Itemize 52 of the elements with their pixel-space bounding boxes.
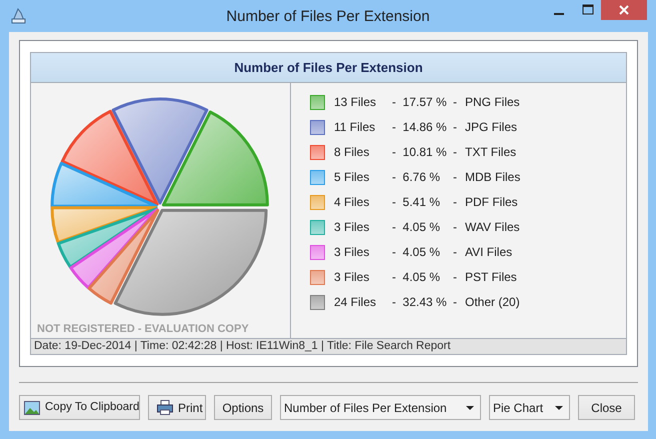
extension-label: PST Files: [465, 269, 517, 286]
file-count: 13 Files: [334, 94, 378, 111]
close-button[interactable]: [601, 0, 647, 20]
close-dialog-button[interactable]: Close: [578, 395, 635, 420]
extension-label: PNG Files: [465, 94, 520, 111]
file-count: 5 Files: [334, 169, 370, 186]
options-button[interactable]: Options: [214, 395, 272, 420]
extension-label: PDF Files: [465, 194, 518, 211]
extension-label: TXT Files: [465, 144, 516, 161]
percentage: - 5.41 %: [392, 194, 442, 211]
file-count: 3 Files: [334, 269, 370, 286]
dropdown-arrow-icon: [466, 406, 474, 410]
separator-dash: -: [453, 219, 457, 236]
extension-label: MDB Files: [465, 169, 520, 186]
extension-label: Other (20): [465, 294, 520, 311]
chart-type-dropdown[interactable]: Pie Chart: [489, 395, 570, 420]
percentage: - 4.05 %: [392, 269, 442, 286]
percentage: - 4.05 %: [392, 244, 442, 261]
window-title: Number of Files Per Extension: [225, 7, 431, 27]
separator-dash: -: [453, 119, 457, 136]
separator-dash: -: [453, 94, 457, 111]
separator-dash: -: [453, 169, 457, 186]
report-footer: Date: 19-Dec-2014 | Time: 02:42:28 | Host: IE11Win8_1 | Title: File Search Report: [31, 338, 626, 354]
percentage: - 10.81 %: [392, 144, 448, 161]
copy-button[interactable]: Copy To Clipboard: [19, 395, 140, 420]
report-dropdown[interactable]: Number of Files Per Extension: [280, 395, 481, 420]
dropdown-arrow-icon: [555, 406, 563, 410]
separator-dash: -: [453, 194, 457, 211]
file-count: 8 Files: [334, 144, 370, 161]
chart-title: Number of Files Per Extension: [234, 58, 423, 77]
separator-dash: -: [453, 144, 457, 161]
extension-label: AVI Files: [465, 244, 512, 261]
percentage: - 6.76 %: [392, 169, 442, 186]
file-count: 3 Files: [334, 219, 370, 236]
picture-icon: [24, 400, 40, 414]
percentage: - 4.05 %: [392, 219, 442, 236]
app-icon: [10, 7, 27, 24]
evaluation-notice: NOT REGISTERED - EVALUATION COPY: [37, 323, 249, 336]
separator-dash: -: [453, 244, 457, 261]
extension-label: JPG Files: [465, 119, 518, 136]
extension-label: WAV Files: [465, 219, 520, 236]
file-count: 4 Files: [334, 194, 370, 211]
percentage: - 17.57 %: [392, 94, 448, 111]
file-count: 3 Files: [334, 244, 370, 261]
percentage: - 14.86 %: [392, 119, 448, 136]
print-button[interactable]: Print: [148, 395, 206, 420]
percentage: - 32.43 %: [392, 294, 448, 311]
separator-dash: -: [453, 269, 457, 286]
file-count: 11 Files: [334, 119, 376, 136]
separator-dash: -: [453, 294, 457, 311]
printer-icon: [157, 400, 173, 415]
file-count: 24 Files: [334, 294, 378, 311]
